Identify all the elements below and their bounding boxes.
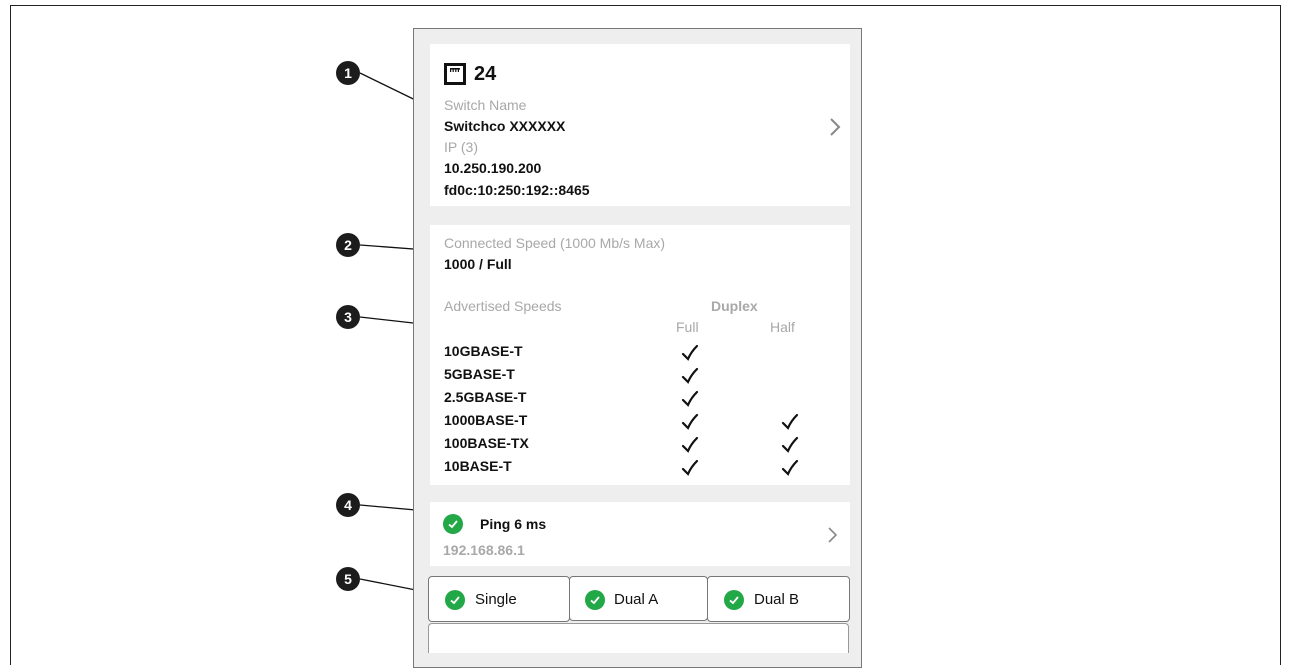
phone-screen: 24 Switch Name Switchco XXXXXX IP (3) 10… [413,28,862,668]
callout-marker-4: 4 [336,493,360,517]
speed-card: Connected Speed (1000 Mb/s Max) 1000 / F… [430,225,850,485]
check-circle-icon [724,590,744,610]
ping-address: 192.168.86.1 [443,542,525,558]
connected-speed-value: 1000 / Full [444,256,512,272]
checkmark-icon-full [681,459,699,476]
tab-dual-b[interactable]: Dual B [707,576,850,622]
chevron-right-icon[interactable] [826,526,838,544]
checkmark-icon-half [781,459,799,476]
half-column-header: Half [770,319,795,335]
callout-marker-1: 1 [336,61,360,85]
port-number: 24 [474,62,497,85]
connected-speed-label: Connected Speed (1000 Mb/s Max) [444,235,666,251]
port-header: 24 [444,62,496,86]
tab-label: Single [475,591,517,608]
full-column-header: Full [676,319,699,335]
tab-single[interactable]: Single [428,576,570,622]
callout-marker-2: 2 [336,233,360,257]
ping-card[interactable]: Ping 6 ms 192.168.86.1 [430,502,850,566]
ipv4-address: 10.250.190.200 [444,160,542,176]
advertised-speeds-label: Advertised Speeds [444,298,562,314]
checkmark-icon-full [681,344,699,361]
ip-label: IP (3) [444,139,478,155]
speed-row-name: 10GBASE-T [444,343,523,359]
speed-row-name: 5GBASE-T [444,366,515,382]
switch-name-value: Switchco XXXXXX [444,118,566,134]
ethernet-port-icon [444,63,466,85]
checkmark-icon-full [681,436,699,453]
ping-result: Ping 6 ms [480,516,547,532]
duplex-label: Duplex [711,298,758,314]
checkmark-icon-full [681,413,699,430]
check-circle-icon [445,590,465,610]
speed-row-name: 10BASE-T [444,458,512,474]
switch-info-card[interactable]: 24 Switch Name Switchco XXXXXX IP (3) 10… [430,44,850,206]
check-circle-icon [443,514,463,534]
tab-label: Dual A [614,591,659,608]
speed-row-name: 100BASE-TX [444,435,529,451]
speed-row-name: 1000BASE-T [444,412,528,428]
callout-marker-5: 5 [336,567,360,591]
tab-dual-a[interactable]: Dual A [569,576,708,621]
tab-label: Dual B [754,591,800,608]
checkmark-icon-full [681,367,699,384]
callout-marker-3: 3 [336,305,360,329]
tab-content-panel [428,623,849,653]
checkmark-icon-half [781,436,799,453]
speed-row-name: 2.5GBASE-T [444,389,527,405]
check-circle-icon [585,590,605,610]
checkmark-icon-full [681,390,699,407]
ipv6-address: fd0c:10:250:192::8465 [444,182,590,198]
checkmark-icon-half [781,413,799,430]
chevron-right-icon[interactable] [828,117,842,137]
switch-name-label: Switch Name [444,97,527,113]
